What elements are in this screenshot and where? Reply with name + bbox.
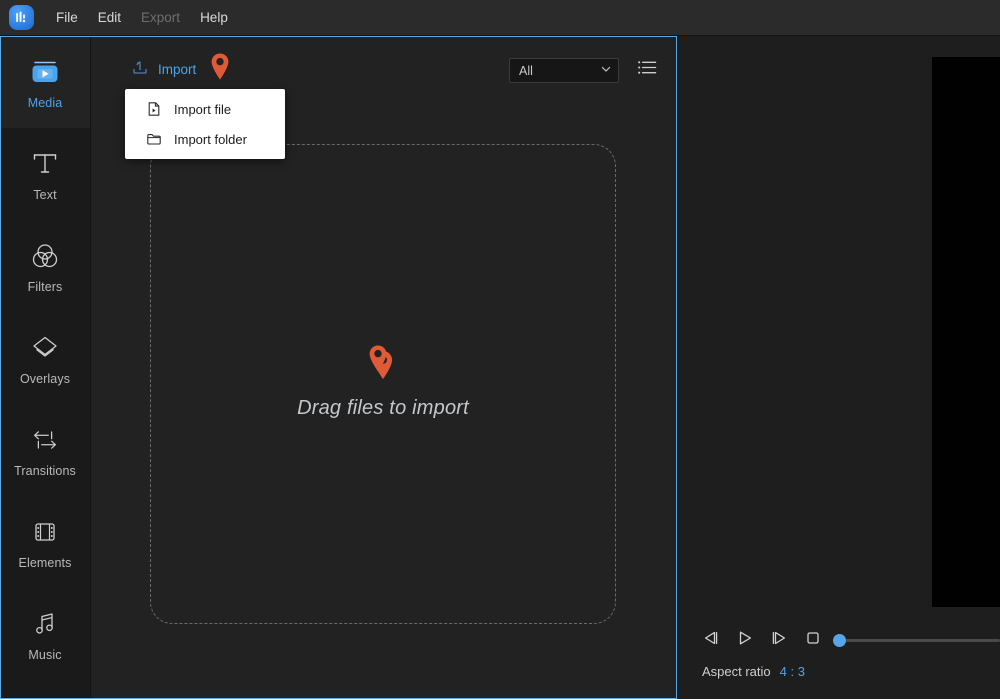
- sidebar-item-label: Elements: [19, 556, 72, 570]
- toolbar-pin-marker: [209, 52, 231, 87]
- media-play-icon: [28, 55, 62, 89]
- menu-item-help[interactable]: Help: [190, 7, 238, 28]
- sidebar-item-transitions[interactable]: Transitions: [0, 404, 90, 496]
- import-dropdown-menu: Import file Import folder: [125, 89, 285, 159]
- next-frame-button[interactable]: [766, 628, 791, 653]
- sidebar-item-media[interactable]: Media: [0, 36, 90, 128]
- sidebar-item-overlays[interactable]: Overlays: [0, 312, 90, 404]
- import-upload-icon: [131, 58, 149, 81]
- menu-item-export: Export: [131, 7, 190, 28]
- sidebar-item-filters[interactable]: Filters: [0, 220, 90, 312]
- sidebar-item-label: Transitions: [14, 464, 76, 478]
- import-button[interactable]: Import: [131, 58, 196, 81]
- import-button-label: Import: [158, 62, 196, 77]
- elements-film-icon: [28, 515, 62, 549]
- map-pin-icon: [367, 361, 389, 378]
- previous-frame-button[interactable]: [698, 628, 723, 653]
- media-filter-select[interactable]: All: [509, 58, 619, 83]
- menu-item-label: Import file: [174, 102, 231, 117]
- transitions-arrows-icon: [28, 423, 62, 457]
- media-dropzone[interactable]: Drag files to import: [150, 144, 616, 624]
- app-logo-icon: [9, 5, 34, 30]
- playback-progress-track[interactable]: [835, 639, 1000, 642]
- playback-progress-handle[interactable]: [833, 634, 846, 647]
- aspect-ratio-label: Aspect ratio: [702, 664, 771, 679]
- dropzone-label: Drag files to import: [297, 397, 469, 420]
- menu-item-label: Import folder: [174, 132, 247, 147]
- map-pin-icon: [209, 69, 231, 86]
- folder-icon: [146, 131, 162, 147]
- sidebar-rail: Media Text Fil: [0, 36, 90, 699]
- app-window: File Edit Export Help Media: [0, 0, 1000, 699]
- overlays-layers-icon: [28, 331, 62, 365]
- video-preview-canvas: [932, 57, 1000, 607]
- text-t-icon: [28, 147, 62, 181]
- stop-icon: [803, 629, 823, 652]
- previous-frame-icon: [701, 629, 721, 652]
- sidebar-item-label: Text: [33, 188, 56, 202]
- sidebar-item-label: Filters: [28, 280, 63, 294]
- sidebar-item-music[interactable]: Music: [0, 588, 90, 680]
- chevron-down-icon: [600, 62, 612, 80]
- filters-venn-icon: [28, 239, 62, 273]
- stop-button[interactable]: [800, 628, 825, 653]
- next-frame-icon: [769, 629, 789, 652]
- file-video-icon: [146, 101, 162, 117]
- play-icon: [735, 629, 755, 652]
- sidebar-item-label: Overlays: [20, 372, 70, 386]
- menu-item-file[interactable]: File: [46, 7, 88, 28]
- menu-bar: File Edit Export Help: [0, 0, 1000, 35]
- sidebar-item-label: Media: [28, 96, 63, 110]
- list-view-icon: [637, 59, 657, 81]
- dropzone-pin-marker: [367, 344, 389, 379]
- menu-item-import-file[interactable]: Import file: [125, 94, 285, 124]
- list-view-button[interactable]: [635, 58, 659, 82]
- player-controls: [698, 628, 825, 653]
- aspect-ratio-row: Aspect ratio 4 : 3: [702, 664, 805, 679]
- sidebar-item-elements[interactable]: Elements: [0, 496, 90, 588]
- sidebar-item-label: Music: [28, 648, 61, 662]
- menu-item-edit[interactable]: Edit: [88, 7, 131, 28]
- menu-item-import-folder[interactable]: Import folder: [125, 124, 285, 154]
- play-button[interactable]: [732, 628, 757, 653]
- aspect-ratio-value[interactable]: 4 : 3: [780, 664, 805, 679]
- sidebar-item-text[interactable]: Text: [0, 128, 90, 220]
- music-note-icon: [28, 607, 62, 641]
- media-filter-value: All: [519, 64, 600, 78]
